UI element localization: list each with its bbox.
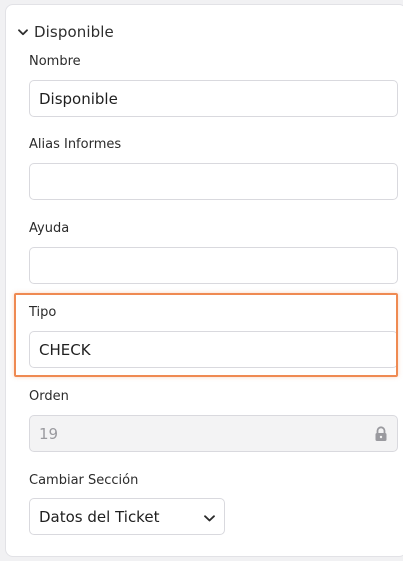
cambiar-seccion-value: Datos del Ticket [39, 507, 160, 526]
field-settings-panel: Disponible Nombre Disponible Alias Infor… [5, 4, 403, 557]
cambiar-seccion-label: Cambiar Sección [29, 473, 139, 488]
tipo-label: Tipo [29, 305, 57, 320]
alias-informes-label: Alias Informes [29, 137, 122, 152]
nombre-input[interactable]: Disponible [29, 80, 398, 117]
orden-value: 19 [39, 424, 59, 443]
ayuda-input[interactable] [29, 247, 398, 284]
cambiar-seccion-select[interactable]: Datos del Ticket [29, 498, 225, 535]
tipo-input[interactable]: CHECK [29, 331, 398, 368]
section-title: Disponible [34, 23, 114, 41]
alias-informes-input[interactable] [29, 163, 398, 200]
orden-label: Orden [29, 389, 69, 404]
ayuda-label: Ayuda [29, 221, 70, 236]
chevron-down-icon [204, 508, 215, 526]
section-toggle[interactable]: Disponible [17, 21, 114, 43]
nombre-label: Nombre [29, 54, 81, 69]
lock-icon [374, 426, 388, 442]
nombre-value: Disponible [39, 89, 118, 108]
orden-input: 19 [29, 415, 398, 452]
chevron-down-icon [17, 26, 29, 38]
tipo-value: CHECK [39, 340, 91, 359]
